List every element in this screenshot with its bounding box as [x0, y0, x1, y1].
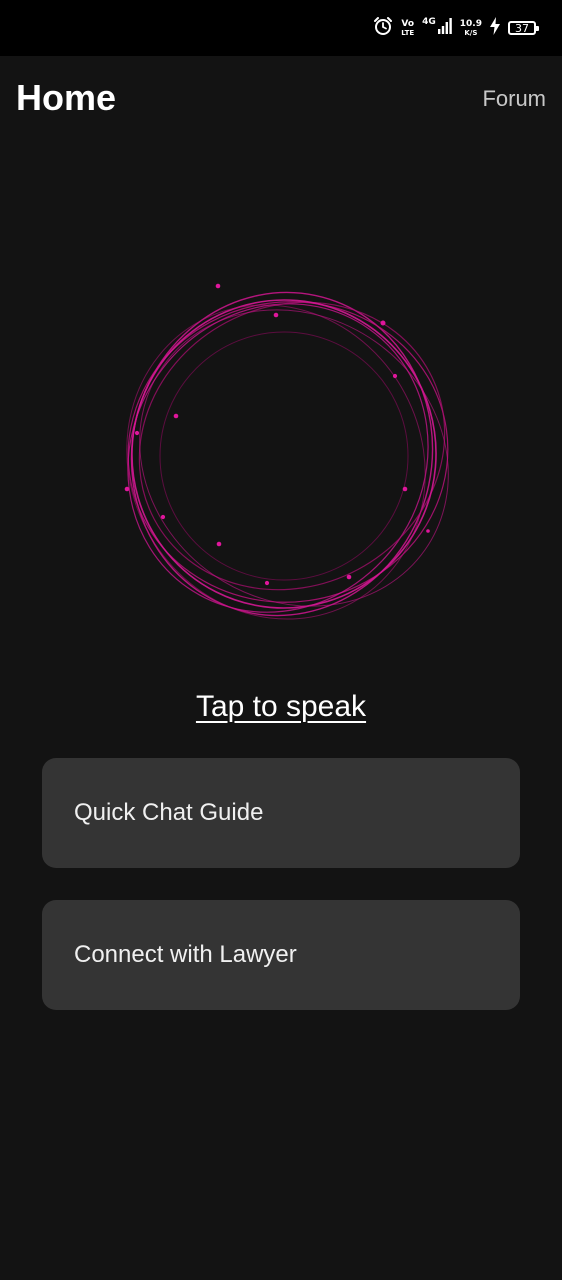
- alarm-icon: [373, 16, 393, 41]
- network-type: 4G: [422, 16, 436, 27]
- orb-particle: [380, 320, 386, 326]
- signal-icon: [437, 17, 452, 39]
- battery-level: 37: [515, 21, 529, 35]
- orb-particle: [426, 529, 430, 533]
- connect-with-lawyer-button[interactable]: Connect with Lawyer: [42, 900, 520, 1010]
- forum-link[interactable]: Forum: [482, 86, 546, 112]
- orb-particle: [346, 574, 352, 580]
- orb-particle: [124, 486, 130, 492]
- data-speed: 10.9 K/S: [459, 18, 482, 37]
- volte-top: Vo: [401, 18, 415, 29]
- orb-ring: [130, 291, 434, 617]
- orb-inner-ring: [159, 331, 409, 581]
- status-icons: Vo LTE 4G 10.9 K/S 37: [373, 16, 539, 41]
- page-title: Home: [16, 77, 117, 118]
- orb-particle: [215, 283, 221, 289]
- orb-particle: [173, 413, 179, 419]
- speed-unit: K/S: [464, 28, 478, 37]
- voice-orb-icon[interactable]: [106, 266, 466, 636]
- quick-chat-guide-label: Quick Chat Guide: [74, 799, 264, 826]
- battery-icon: 37: [508, 21, 539, 35]
- orb-particle: [402, 486, 408, 492]
- connect-with-lawyer-label: Connect with Lawyer: [74, 941, 297, 968]
- speed-value: 10.9: [459, 18, 482, 29]
- orb-particle: [264, 580, 270, 586]
- status-bar: Vo LTE 4G 10.9 K/S 37: [0, 0, 562, 56]
- orb-particle: [216, 541, 222, 547]
- tap-to-speak-link[interactable]: Tap to speak: [0, 688, 562, 726]
- quick-chat-guide-button[interactable]: Quick Chat Guide: [42, 758, 520, 868]
- volte-bottom: LTE: [401, 28, 415, 37]
- volte-indicator: Vo LTE: [401, 18, 415, 37]
- orb-particle: [160, 514, 166, 520]
- orb-particle: [273, 312, 279, 318]
- network-indicator: 4G: [422, 16, 452, 39]
- orb-ring: [131, 299, 437, 609]
- orb-particle: [392, 373, 398, 379]
- charging-icon: [490, 16, 500, 40]
- orb-particle: [134, 430, 140, 436]
